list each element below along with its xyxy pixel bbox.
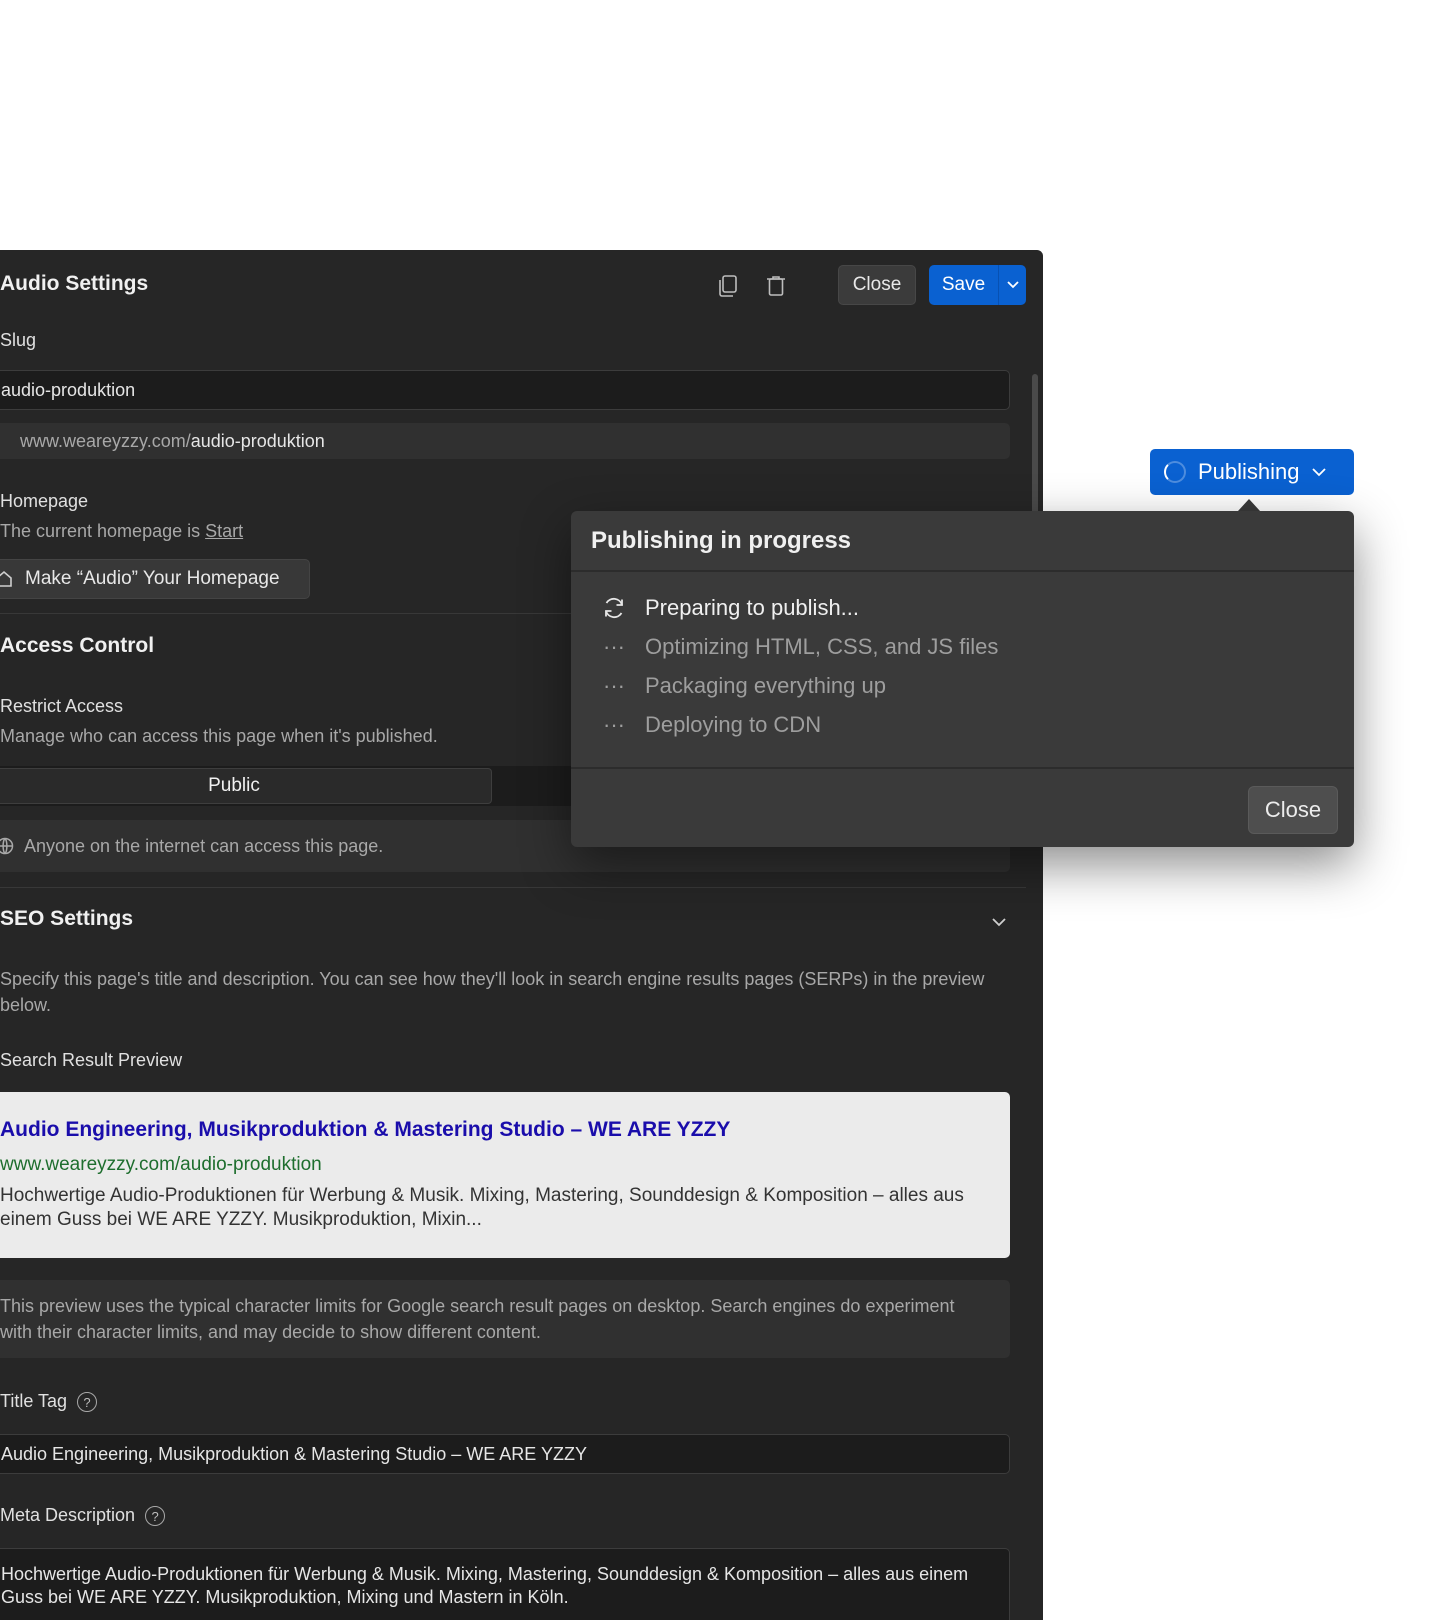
url-slug: audio-produktion (190, 430, 325, 451)
title-tag-label-text: Title Tag (0, 1391, 68, 1411)
publish-step-label: Preparing to publish... (645, 595, 860, 620)
help-icon[interactable]: ? (145, 1506, 166, 1527)
publish-step: ··· Packaging everything up (601, 673, 886, 699)
slug-input[interactable]: audio-produktion (0, 370, 1010, 410)
serp-description: Hochwertige Audio-Produktionen für Werbu… (0, 1185, 964, 1230)
homepage-link[interactable]: Start (205, 521, 243, 541)
preview-note: This preview uses the typical character … (0, 1280, 1010, 1358)
publish-step-label: Optimizing HTML, CSS, and JS files (645, 634, 999, 659)
url-base: www.weareyzzy.com/ (20, 430, 191, 451)
seo-collapse-chevron-icon[interactable] (992, 914, 1006, 932)
access-control-title: Access Control (0, 634, 155, 657)
chevron-down-icon (1311, 467, 1326, 476)
panel-header: Audio Settings Close Save (0, 250, 1043, 318)
homepage-current-text: The current homepage is (0, 521, 206, 541)
publish-step: ··· Optimizing HTML, CSS, and JS files (601, 634, 998, 660)
publish-step-label: Deploying to CDN (645, 712, 822, 737)
sync-icon (601, 597, 627, 619)
divider (0, 887, 1026, 888)
preview-note-text: This preview uses the typical character … (0, 1296, 955, 1342)
search-preview-label: Search Result Preview (0, 1050, 183, 1070)
make-homepage-label: Make “Audio” Your Homepage (25, 568, 280, 589)
page-settings-panel: Audio Settings Close Save Slug audio-pro… (0, 250, 1043, 1620)
divider (571, 570, 1354, 572)
serp-title: Audio Engineering, Musikproduktion & Mas… (0, 1118, 731, 1141)
slug-label: Slug (0, 330, 37, 350)
popover-close-button[interactable]: Close (1248, 786, 1338, 834)
access-info-text: Anyone on the internet can access this p… (24, 835, 384, 856)
panel-title: Audio Settings (0, 272, 149, 295)
publishing-popover: Publishing in progress Preparing to publ… (571, 511, 1354, 847)
publish-step: Preparing to publish... (601, 595, 859, 621)
save-options-button[interactable] (998, 265, 1026, 305)
publishing-button[interactable]: Publishing (1150, 449, 1354, 495)
duplicate-icon[interactable] (712, 270, 744, 302)
restrict-access-label: Restrict Access (0, 696, 124, 716)
restrict-access-help: Manage who can access this page when it'… (0, 726, 438, 746)
title-tag-input[interactable]: Audio Engineering, Musikproduktion & Mas… (0, 1434, 1010, 1474)
popover-title: Publishing in progress (591, 527, 852, 554)
scrollbar[interactable] (1032, 374, 1038, 514)
homepage-label: Homepage (0, 491, 89, 511)
seo-settings-title: SEO Settings (0, 907, 134, 930)
access-option-public[interactable]: Public (0, 768, 492, 804)
spinner-icon (1164, 461, 1186, 483)
title-tag-label: Title Tag? (0, 1391, 98, 1413)
ellipsis-icon: ··· (603, 634, 625, 659)
ellipsis-icon: ··· (603, 673, 625, 698)
divider (571, 767, 1354, 769)
globe-icon (0, 837, 14, 855)
close-button[interactable]: Close (838, 265, 916, 305)
meta-description-label-text: Meta Description (0, 1505, 136, 1525)
publishing-label: Publishing (1198, 459, 1300, 484)
home-icon (0, 570, 12, 587)
help-icon[interactable]: ? (77, 1392, 98, 1413)
search-result-preview: Audio Engineering, Musikproduktion & Mas… (0, 1092, 1010, 1258)
popover-arrow (1238, 499, 1260, 511)
publish-step: ··· Deploying to CDN (601, 712, 821, 738)
publish-step-label: Packaging everything up (645, 673, 886, 698)
homepage-current: The current homepage is Start (0, 521, 243, 542)
ellipsis-icon: ··· (603, 712, 625, 737)
page-url: www.weareyzzy.com/audio-produktion (0, 423, 1010, 459)
meta-description-label: Meta Description? (0, 1505, 166, 1527)
serp-url: www.weareyzzy.com/audio-produktion (0, 1154, 322, 1175)
meta-description-input[interactable]: Hochwertige Audio-Produktionen für Werbu… (0, 1548, 1010, 1620)
trash-icon[interactable] (760, 270, 792, 302)
make-homepage-button[interactable]: Make “Audio” Your Homepage (0, 559, 310, 599)
seo-description: Specify this page's title and descriptio… (0, 969, 985, 1015)
chevron-down-icon (1006, 281, 1019, 289)
save-button[interactable]: Save (929, 265, 998, 305)
